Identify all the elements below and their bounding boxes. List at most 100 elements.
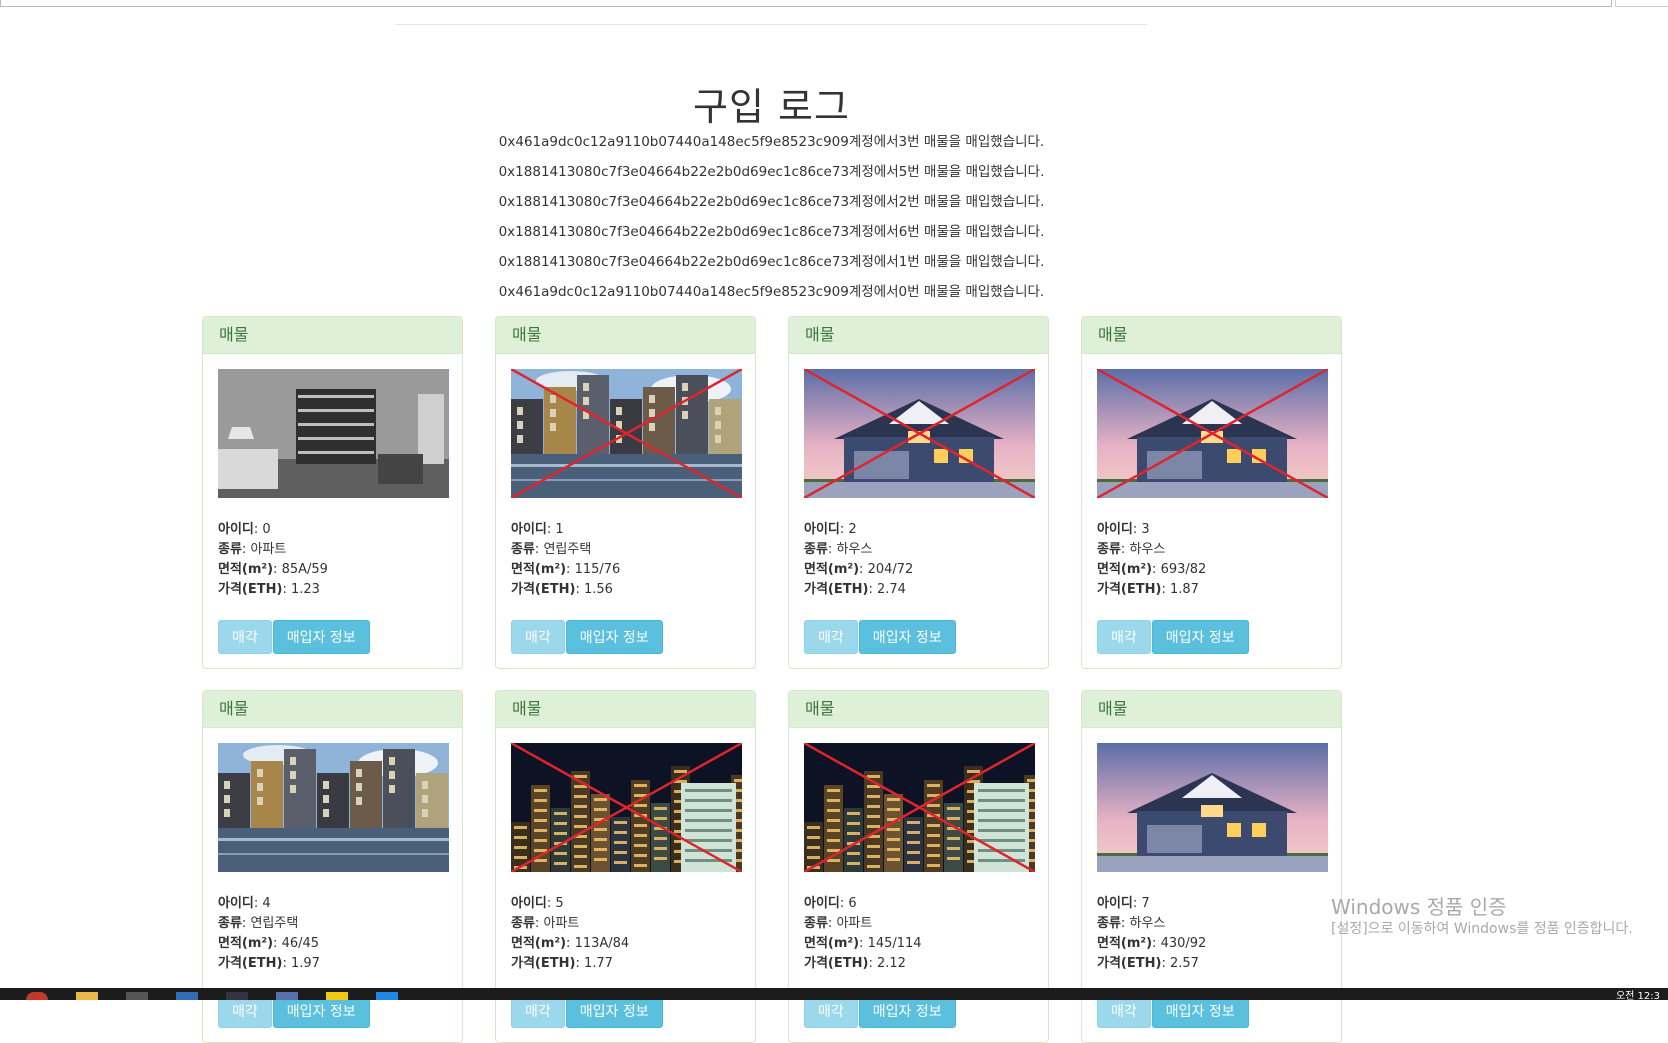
terminal-icon[interactable] [126, 992, 148, 1000]
property-price-label: 가격(ETH) [511, 582, 576, 597]
separator: : [1161, 582, 1170, 597]
taskbar: 오전 12:3 [0, 988, 1668, 1002]
sell-button[interactable]: 매각 [804, 620, 858, 654]
property-image [804, 369, 1035, 498]
property-id-label: 아이디 [218, 896, 254, 911]
buyer-info-button[interactable]: 매입자 정보 [272, 620, 370, 654]
property-type-row: 종류: 아파트 [218, 540, 447, 560]
card-actions: 매각 매입자 정보 [511, 994, 740, 1042]
property-area-value: 145/114 [867, 936, 922, 951]
app-icon[interactable] [176, 992, 198, 1000]
separator: : [566, 562, 575, 577]
log-entry: 0x1881413080c7f3e04664b22e2b0d69ec1c86ce… [498, 164, 1045, 180]
separator: : [273, 562, 282, 577]
log-entry: 0x461a9dc0c12a9110b07440a148ec5f9e8523c9… [498, 284, 1045, 300]
folder-icon[interactable] [76, 992, 98, 1000]
property-info: 아이디: 3 종류: 하우스 면적(m²): 693/82 가격(ETH): 1.87 [1097, 520, 1326, 600]
property-area-value: 693/82 [1160, 562, 1207, 577]
sold-cross-icon [511, 743, 742, 872]
property-price-value: 1.77 [583, 956, 613, 971]
property-type-label: 종류 [804, 916, 828, 931]
property-price-value: 2.12 [876, 956, 906, 971]
start-icon[interactable] [26, 992, 48, 1000]
property-area-value: 115/76 [574, 562, 621, 577]
property-type-label: 종류 [218, 542, 242, 557]
property-type-value: 아파트 [250, 542, 287, 557]
property-info: 아이디: 7 종류: 하우스 면적(m²): 430/92 가격(ETH): 2.57 [1097, 894, 1326, 974]
property-area-label: 면적(m²) [1097, 936, 1153, 951]
property-area-label: 면적(m²) [511, 936, 567, 951]
card-header: 매물 [789, 691, 1048, 728]
property-type-value: 아파트 [543, 916, 580, 931]
buyer-info-button[interactable]: 매입자 정보 [1151, 620, 1249, 654]
browser-icon[interactable] [226, 992, 248, 1000]
app-icon[interactable] [276, 992, 298, 1000]
property-area-value: 113A/84 [574, 936, 630, 951]
property-price-label: 가격(ETH) [804, 956, 869, 971]
property-type-value: 연립주택 [250, 916, 299, 931]
property-area-value: 46/45 [281, 936, 320, 951]
property-price-row: 가격(ETH): 1.77 [511, 954, 740, 974]
property-type-row: 종류: 아파트 [804, 914, 1033, 934]
property-id-value: 2 [848, 522, 857, 537]
property-card: 매물 아이디: 0 종류: 아파트 면적(m²): 85A/59 가격(ETH): 1.… [202, 316, 463, 669]
property-area-label: 면적(m²) [511, 562, 567, 577]
separator: : [1161, 956, 1170, 971]
sell-button[interactable]: 매각 [1097, 620, 1151, 654]
property-info: 아이디: 4 종류: 연립주택 면적(m²): 46/45 가격(ETH): 1.97 [218, 894, 447, 974]
property-type-row: 종류: 하우스 [804, 540, 1033, 560]
sold-cross-icon [511, 369, 742, 498]
property-id-label: 아이디 [1097, 522, 1133, 537]
sold-cross-icon [804, 369, 1035, 498]
separator: : [1152, 562, 1161, 577]
separator: : [575, 582, 584, 597]
vscode-icon[interactable] [376, 992, 398, 1000]
property-type-value: 아파트 [836, 916, 873, 931]
buyer-info-button[interactable]: 매입자 정보 [565, 620, 663, 654]
card-header: 매물 [496, 317, 755, 354]
property-photo [218, 743, 449, 872]
sold-cross-icon [1097, 369, 1328, 498]
property-type-value: 하우스 [836, 542, 873, 557]
property-type-label: 종류 [218, 916, 242, 931]
separator: : [566, 936, 575, 951]
property-type-label: 종류 [804, 542, 828, 557]
property-card: 매물 아이디: 1 종류: 연립주택 면적(m²): 115/76 가격(ETH): 1… [495, 316, 756, 669]
sell-button[interactable]: 매각 [511, 620, 565, 654]
property-price-value: 1.23 [290, 582, 320, 597]
sold-cross-icon [804, 743, 1035, 872]
property-id-label: 아이디 [511, 522, 547, 537]
property-id-value: 5 [555, 896, 564, 911]
separator: : [273, 936, 282, 951]
property-area-label: 면적(m²) [804, 936, 860, 951]
card-body: 아이디: 1 종류: 연립주택 면적(m²): 115/76 가격(ETH): 1.5… [496, 354, 755, 668]
property-type-value: 연립주택 [543, 542, 592, 557]
separator: : [1152, 936, 1161, 951]
log-entry: 0x461a9dc0c12a9110b07440a148ec5f9e8523c9… [498, 134, 1045, 150]
card-header: 매물 [1082, 691, 1341, 728]
property-type-row: 종류: 아파트 [511, 914, 740, 934]
property-type-label: 종류 [511, 916, 535, 931]
property-id-label: 아이디 [218, 522, 254, 537]
app-icon[interactable] [326, 992, 348, 1000]
property-id-value: 7 [1141, 896, 1150, 911]
property-id-value: 6 [848, 896, 857, 911]
card-actions: 매각 매입자 정보 [218, 994, 447, 1042]
property-area-value: 85A/59 [281, 562, 328, 577]
property-image [218, 369, 449, 498]
property-id-row: 아이디: 5 [511, 894, 740, 914]
card-header: 매물 [789, 317, 1048, 354]
browser-address-bar[interactable] [0, 0, 1612, 7]
sell-button[interactable]: 매각 [218, 620, 272, 654]
property-area-label: 면적(m²) [804, 562, 860, 577]
separator: : [282, 582, 291, 597]
property-info: 아이디: 5 종류: 아파트면적(m²): 113A/84 가격(ETH): 1.7… [511, 894, 740, 974]
page-title: 구입 로그 [693, 85, 850, 129]
property-price-value: 2.57 [1169, 956, 1199, 971]
property-photo [1097, 743, 1328, 872]
property-id-row: 아이디: 4 [218, 894, 447, 914]
property-id-row: 아이디: 7 [1097, 894, 1326, 914]
property-type-value: 하우스 [1129, 542, 1166, 557]
property-price-value: 1.97 [290, 956, 320, 971]
buyer-info-button[interactable]: 매입자 정보 [858, 620, 956, 654]
